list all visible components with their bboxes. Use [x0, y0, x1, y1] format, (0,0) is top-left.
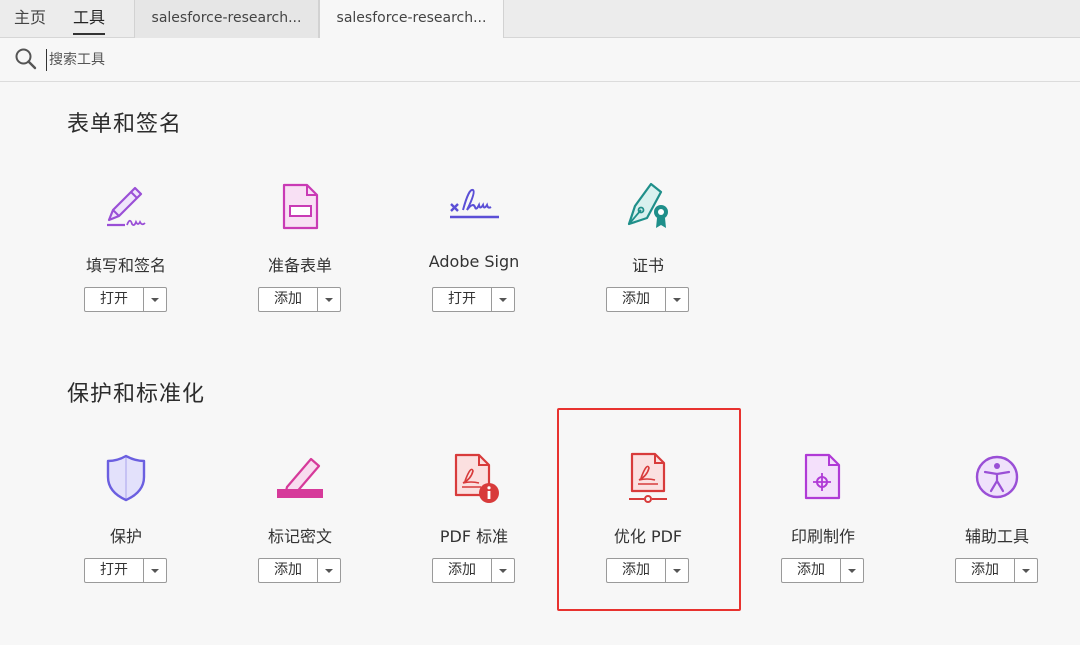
tool-adobe-sign: Adobe Sign 打开	[389, 180, 559, 330]
chevron-down-icon[interactable]	[318, 288, 340, 311]
tool-action-button[interactable]: 打开	[84, 287, 167, 312]
tool-certificate: 证书 添加	[563, 180, 733, 330]
accessibility-icon[interactable]	[970, 451, 1024, 505]
tool-protect: 保护 打开	[41, 451, 211, 601]
search-input[interactable]	[46, 49, 546, 71]
tool-fill-sign: 填写和签名 打开	[41, 180, 211, 330]
tool-name: 准备表单	[267, 256, 332, 275]
tool-action-label[interactable]: 添加	[259, 559, 318, 582]
tool-action-label[interactable]: 打开	[85, 559, 144, 582]
chevron-down-icon[interactable]	[666, 288, 688, 311]
tool-name: 辅助工具	[964, 527, 1029, 546]
tool-action-button[interactable]: 添加	[606, 287, 689, 312]
certificate-icon[interactable]	[621, 180, 675, 234]
highlight-box	[557, 408, 741, 611]
tool-action-button[interactable]: 打开	[84, 558, 167, 583]
redact-icon[interactable]	[273, 451, 327, 505]
tool-accessibility: 辅助工具 添加	[912, 451, 1080, 601]
tool-action-label[interactable]: 添加	[259, 288, 318, 311]
tool-action-label[interactable]: 添加	[956, 559, 1015, 582]
tool-action-label[interactable]: 打开	[85, 288, 144, 311]
chevron-down-icon[interactable]	[492, 288, 514, 311]
tool-action-button[interactable]: 添加	[781, 558, 864, 583]
chevron-down-icon[interactable]	[144, 288, 166, 311]
tool-action-button[interactable]: 打开	[432, 287, 515, 312]
print-production-icon[interactable]	[796, 451, 850, 505]
search-icon	[15, 48, 37, 70]
tool-redact: 标记密文 添加	[215, 451, 385, 601]
tool-name: Adobe Sign	[428, 252, 520, 271]
tool-name: 填写和签名	[85, 256, 166, 275]
top-tab-bar: 主页 工具 salesforce-research... salesforce-…	[0, 0, 1080, 39]
prepare-form-icon[interactable]	[273, 180, 327, 234]
tool-action-button[interactable]: 添加	[432, 558, 515, 583]
chevron-down-icon[interactable]	[1015, 559, 1037, 582]
tool-name: 印刷制作	[790, 527, 855, 546]
section-title-protect-standardize: 保护和标准化	[67, 382, 206, 407]
chevron-down-icon[interactable]	[318, 559, 340, 582]
document-tab-2[interactable]: salesforce-research...	[319, 0, 504, 39]
shield-icon[interactable]	[99, 451, 153, 505]
fill-sign-icon[interactable]	[99, 180, 153, 234]
tool-action-label[interactable]: 添加	[433, 559, 492, 582]
tool-action-button[interactable]: 添加	[955, 558, 1038, 583]
pdf-standards-icon[interactable]	[447, 451, 501, 505]
tool-action-button[interactable]: 添加	[258, 558, 341, 583]
tool-name: 保护	[109, 527, 142, 546]
nav-tab-home[interactable]: 主页	[14, 0, 46, 37]
search-bar	[0, 38, 1080, 82]
document-tab-1[interactable]: salesforce-research...	[134, 0, 319, 38]
tool-pdf-standards: PDF 标准 添加	[389, 451, 559, 601]
tool-print-production: 印刷制作 添加	[738, 451, 908, 601]
tool-action-button[interactable]: 添加	[258, 287, 341, 312]
tool-prepare-form: 准备表单 添加	[215, 180, 385, 330]
tool-name: PDF 标准	[439, 527, 509, 546]
adobe-sign-icon[interactable]	[447, 180, 501, 234]
tool-name: 证书	[631, 256, 664, 275]
chevron-down-icon[interactable]	[144, 559, 166, 582]
section-title-forms-signatures: 表单和签名	[67, 112, 183, 137]
tool-action-label[interactable]: 添加	[607, 288, 666, 311]
tool-action-label[interactable]: 添加	[782, 559, 841, 582]
tool-action-label[interactable]: 打开	[433, 288, 492, 311]
chevron-down-icon[interactable]	[492, 559, 514, 582]
tool-name: 标记密文	[267, 527, 332, 546]
nav-tab-tools[interactable]: 工具	[73, 0, 106, 37]
chevron-down-icon[interactable]	[841, 559, 863, 582]
